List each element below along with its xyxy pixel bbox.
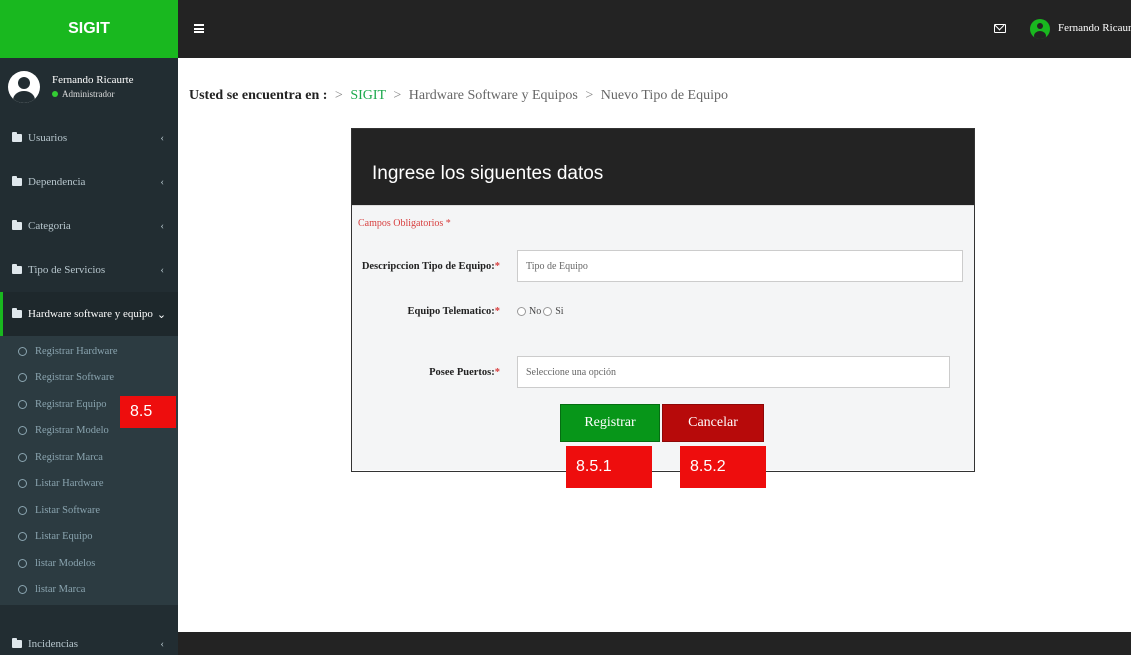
sidebar-item-tipo-servicios[interactable]: Tipo de Servicios ‹ <box>0 248 178 292</box>
user-panel: Fernando Ricaurte Administrador <box>0 58 178 116</box>
submenu-item-registrar-hardware[interactable]: Registrar Hardware <box>0 338 178 365</box>
radio-si[interactable] <box>543 307 553 316</box>
mail-icon[interactable] <box>994 24 1006 33</box>
breadcrumb-current: Nuevo Tipo de Equipo <box>600 88 728 103</box>
folder-icon <box>12 220 22 230</box>
circle-icon <box>18 558 27 568</box>
breadcrumb-separator: > <box>393 88 402 103</box>
submenu-item-listar-modelos[interactable]: listar Modelos <box>0 550 178 577</box>
submenu-item-registrar-software[interactable]: Registrar Software <box>0 365 178 392</box>
sidebar-item-hardware[interactable]: Hardware software y equipo ⌄ <box>0 292 178 336</box>
submenu-item-registrar-marca[interactable]: Registrar Marca <box>0 444 178 471</box>
circle-icon <box>18 373 27 383</box>
sidebar-item-label: Dependencia <box>28 176 86 188</box>
user-name: Fernando Ricaurte <box>52 74 134 86</box>
user-avatar-icon[interactable] <box>1030 19 1050 39</box>
sidebar-item-categoria[interactable]: Categoria ‹ <box>0 204 178 248</box>
top-user-name[interactable]: Fernando Ricaurte <box>1058 22 1131 34</box>
circle-icon <box>18 479 27 489</box>
circle-icon <box>18 426 27 436</box>
main-content: Usted se encuentra en : > SIGIT > Hardwa… <box>178 58 1131 632</box>
folder-icon <box>12 132 22 142</box>
online-dot-icon <box>52 91 58 97</box>
user-role: Administrador <box>62 89 115 99</box>
cancel-button[interactable]: Cancelar <box>662 404 764 442</box>
sidebar-item-usuarios[interactable]: Usuarios ‹ <box>0 116 178 160</box>
submenu-item-listar-marca[interactable]: listar Marca <box>0 577 178 604</box>
brand-logo[interactable]: SIGIT <box>0 0 178 58</box>
circle-icon <box>18 585 27 595</box>
annotation-label: 8.5.1 <box>566 446 652 488</box>
chevron-left-icon: ‹ <box>160 132 164 144</box>
menu-toggle-icon[interactable] <box>194 24 204 33</box>
chevron-left-icon: ‹ <box>160 176 164 188</box>
folder-icon <box>12 308 22 318</box>
folder-icon <box>12 264 22 274</box>
breadcrumb-root[interactable]: SIGIT <box>350 88 386 103</box>
form-title: Ingrese los siguentes datos <box>352 129 974 205</box>
sidebar-item-label: Categoria <box>28 220 71 232</box>
chevron-left-icon: ‹ <box>160 220 164 232</box>
folder-icon <box>12 176 22 186</box>
sidebar: SIGIT Fernando Ricaurte Administrador Us… <box>0 0 178 655</box>
footer-bar <box>178 632 1131 655</box>
circle-icon <box>18 399 27 409</box>
telematic-label: Equipo Telematico:* <box>407 306 500 317</box>
breadcrumb-label: Usted se encuentra en : <box>189 88 328 103</box>
description-label: Descripccion Tipo de Equipo:* <box>361 260 500 272</box>
circle-icon <box>18 452 27 462</box>
sidebar-item-label: Hardware software y equipo <box>28 308 153 320</box>
breadcrumb-section[interactable]: Hardware Software y Equipos <box>409 88 578 103</box>
sidebar-item-label: Tipo de Servicios <box>28 264 106 276</box>
annotation-label: 8.5.2 <box>680 446 766 488</box>
sidebar-item-label: Incidencias <box>28 637 79 650</box>
sidebar-item-incidencias[interactable]: Incidencias ‹ <box>0 632 178 655</box>
submenu-item-listar-hardware[interactable]: Listar Hardware <box>0 471 178 498</box>
circle-icon <box>18 505 27 515</box>
form-body: Campos Obligatorios * Descripccion Tipo … <box>352 205 974 470</box>
breadcrumb: Usted se encuentra en : > SIGIT > Hardwa… <box>189 88 728 104</box>
form-panel: Ingrese los siguentes datos Campos Oblig… <box>351 128 975 472</box>
user-avatar-icon <box>8 71 40 103</box>
ports-select[interactable]: Seleccione una opción <box>517 356 950 388</box>
hardware-submenu: Registrar Hardware Registrar Software Re… <box>0 336 178 605</box>
chevron-left-icon: ‹ <box>160 637 164 650</box>
folder-icon <box>12 637 22 648</box>
required-note: Campos Obligatorios * <box>358 218 451 229</box>
submenu-item-listar-software[interactable]: Listar Software <box>0 497 178 524</box>
breadcrumb-separator: > <box>585 88 594 103</box>
circle-icon <box>18 346 27 356</box>
annotation-label: 8.5 <box>120 396 176 428</box>
breadcrumb-separator: > <box>334 88 343 103</box>
chevron-down-icon: ⌄ <box>156 308 167 321</box>
submenu-item-listar-equipo[interactable]: Listar Equipo <box>0 524 178 551</box>
telematic-radio-group: No Si <box>517 306 566 317</box>
top-navbar: Fernando Ricaurte <box>178 0 1131 58</box>
ports-label: Posee Puertos:* <box>429 366 500 378</box>
register-button[interactable]: Registrar <box>560 404 660 442</box>
chevron-left-icon: ‹ <box>160 264 164 276</box>
description-input[interactable]: Tipo de Equipo <box>517 250 963 282</box>
sidebar-item-dependencia[interactable]: Dependencia ‹ <box>0 160 178 204</box>
radio-no[interactable] <box>517 307 526 316</box>
sidebar-item-label: Usuarios <box>28 132 68 144</box>
circle-icon <box>18 532 27 542</box>
